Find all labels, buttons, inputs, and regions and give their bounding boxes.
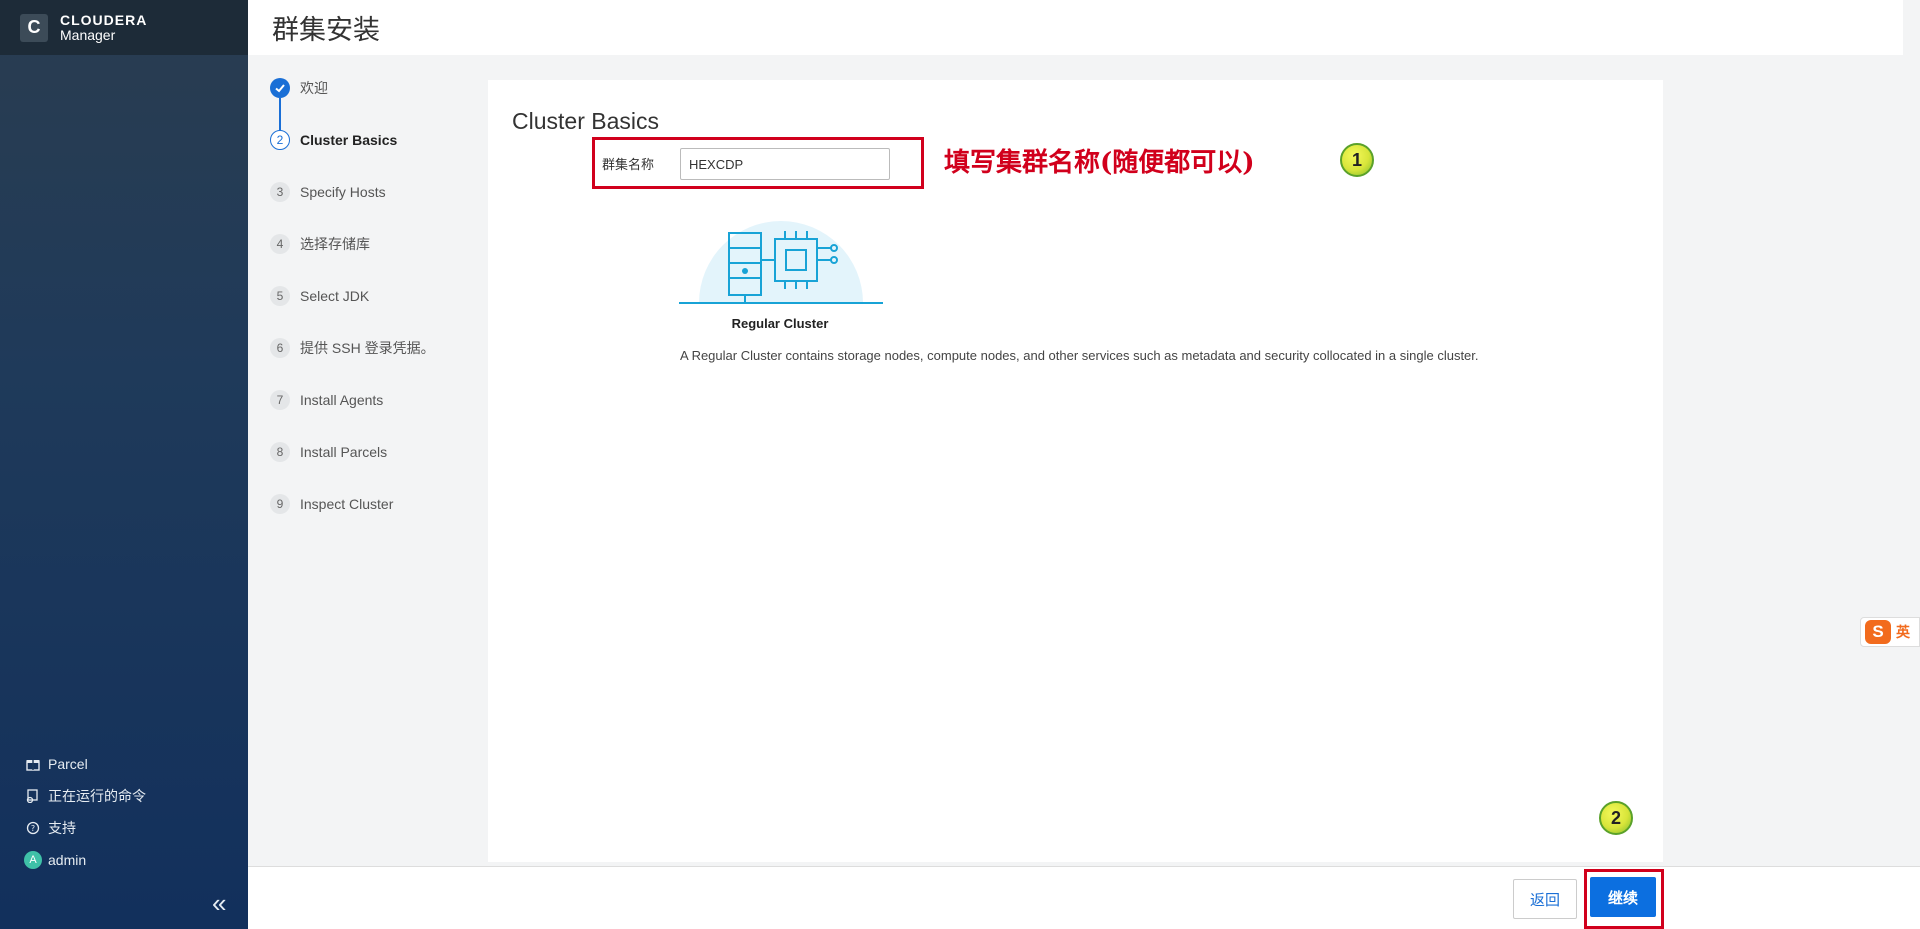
svg-text:?: ? xyxy=(31,824,35,833)
continue-button[interactable]: 继续 xyxy=(1590,877,1656,917)
sidebar-item-label: Parcel xyxy=(48,756,88,772)
main-panel: Cluster Basics 群集名称 填写集群名称(随便都可以) 1 Regu… xyxy=(488,80,1663,862)
step-number: 8 xyxy=(270,442,290,462)
back-button[interactable]: 返回 xyxy=(1513,879,1577,919)
step-label: Select JDK xyxy=(300,288,370,304)
step-number: 6 xyxy=(270,338,290,358)
step-select-jdk[interactable]: 5 Select JDK xyxy=(270,286,435,338)
ime-mode: 英 xyxy=(1896,624,1910,640)
cluster-name-input[interactable] xyxy=(680,148,890,180)
collapse-sidebar-icon[interactable]: « xyxy=(212,888,226,919)
step-label: 提供 SSH 登录凭据。 xyxy=(300,340,435,356)
cluster-name-label: 群集名称 xyxy=(602,157,655,172)
wizard-footer: 返回 继续 xyxy=(248,866,1920,929)
step-specify-hosts[interactable]: 3 Specify Hosts xyxy=(270,182,435,234)
check-icon xyxy=(270,78,290,98)
regular-cluster-illustration[interactable] xyxy=(679,203,883,315)
step-ssh-credentials[interactable]: 6 提供 SSH 登录凭据。 xyxy=(270,338,435,390)
gift-icon xyxy=(24,755,42,773)
sidebar-item-label: 支持 xyxy=(48,820,76,836)
annotation-badge-2: 2 xyxy=(1599,801,1633,835)
step-number: 7 xyxy=(270,390,290,410)
step-label: Inspect Cluster xyxy=(300,496,394,512)
cluster-type-description: A Regular Cluster contains storage nodes… xyxy=(680,348,1479,363)
step-install-parcels[interactable]: 8 Install Parcels xyxy=(270,442,435,494)
help-icon: ? xyxy=(24,819,42,837)
brand[interactable]: C CLOUDERA Manager xyxy=(0,0,248,55)
cluster-type-name: Regular Cluster xyxy=(731,316,829,331)
sidebar-item-admin[interactable]: A admin xyxy=(24,844,146,876)
step-label: 欢迎 xyxy=(300,80,328,96)
step-label: Cluster Basics xyxy=(300,132,398,148)
ime-toolbar[interactable]: S 英 xyxy=(1860,617,1920,647)
wizard-steps: 欢迎 2 Cluster Basics 3 Specify Hosts 4 选择… xyxy=(270,78,435,546)
step-label: Install Agents xyxy=(300,392,384,408)
annotation-note: 填写集群名称(随便都可以) xyxy=(944,148,1255,178)
step-label: Install Parcels xyxy=(300,444,388,460)
sidebar-item-support[interactable]: ? 支持 xyxy=(24,812,146,844)
step-select-repository[interactable]: 4 选择存储库 xyxy=(270,234,435,286)
step-label: 选择存储库 xyxy=(300,236,370,252)
sidebar-item-running-commands[interactable]: 正在运行的命令 xyxy=(24,780,146,812)
annotation-badge-1: 1 xyxy=(1340,143,1374,177)
step-inspect-cluster[interactable]: 9 Inspect Cluster xyxy=(270,494,435,546)
step-number: 4 xyxy=(270,234,290,254)
sidebar-item-parcel[interactable]: Parcel xyxy=(24,748,146,780)
step-connector xyxy=(279,98,281,130)
step-number: 2 xyxy=(270,130,290,150)
sidebar-item-label: admin xyxy=(48,852,87,868)
cloudera-logo-icon: C xyxy=(20,13,48,42)
sidebar-item-label: 正在运行的命令 xyxy=(48,788,146,804)
step-number: 5 xyxy=(270,286,290,306)
panel-title: Cluster Basics xyxy=(512,108,659,134)
page-header: 群集安装 xyxy=(248,0,1903,55)
avatar: A xyxy=(24,851,42,869)
step-install-agents[interactable]: 7 Install Agents xyxy=(270,390,435,442)
step-welcome[interactable]: 欢迎 xyxy=(270,78,435,130)
page-title: 群集安装 xyxy=(272,15,380,45)
step-label: Specify Hosts xyxy=(300,184,386,200)
brand-name: CLOUDERA xyxy=(60,11,148,28)
step-number: 3 xyxy=(270,182,290,202)
brand-sub: Manager xyxy=(60,26,116,43)
running-commands-icon xyxy=(24,787,42,805)
sidebar: C CLOUDERA Manager Parcel 正在运行的命令 ? 支持 A xyxy=(0,0,248,929)
sogou-logo-icon: S xyxy=(1865,620,1891,644)
step-number: 9 xyxy=(270,494,290,514)
step-cluster-basics[interactable]: 2 Cluster Basics xyxy=(270,130,435,182)
